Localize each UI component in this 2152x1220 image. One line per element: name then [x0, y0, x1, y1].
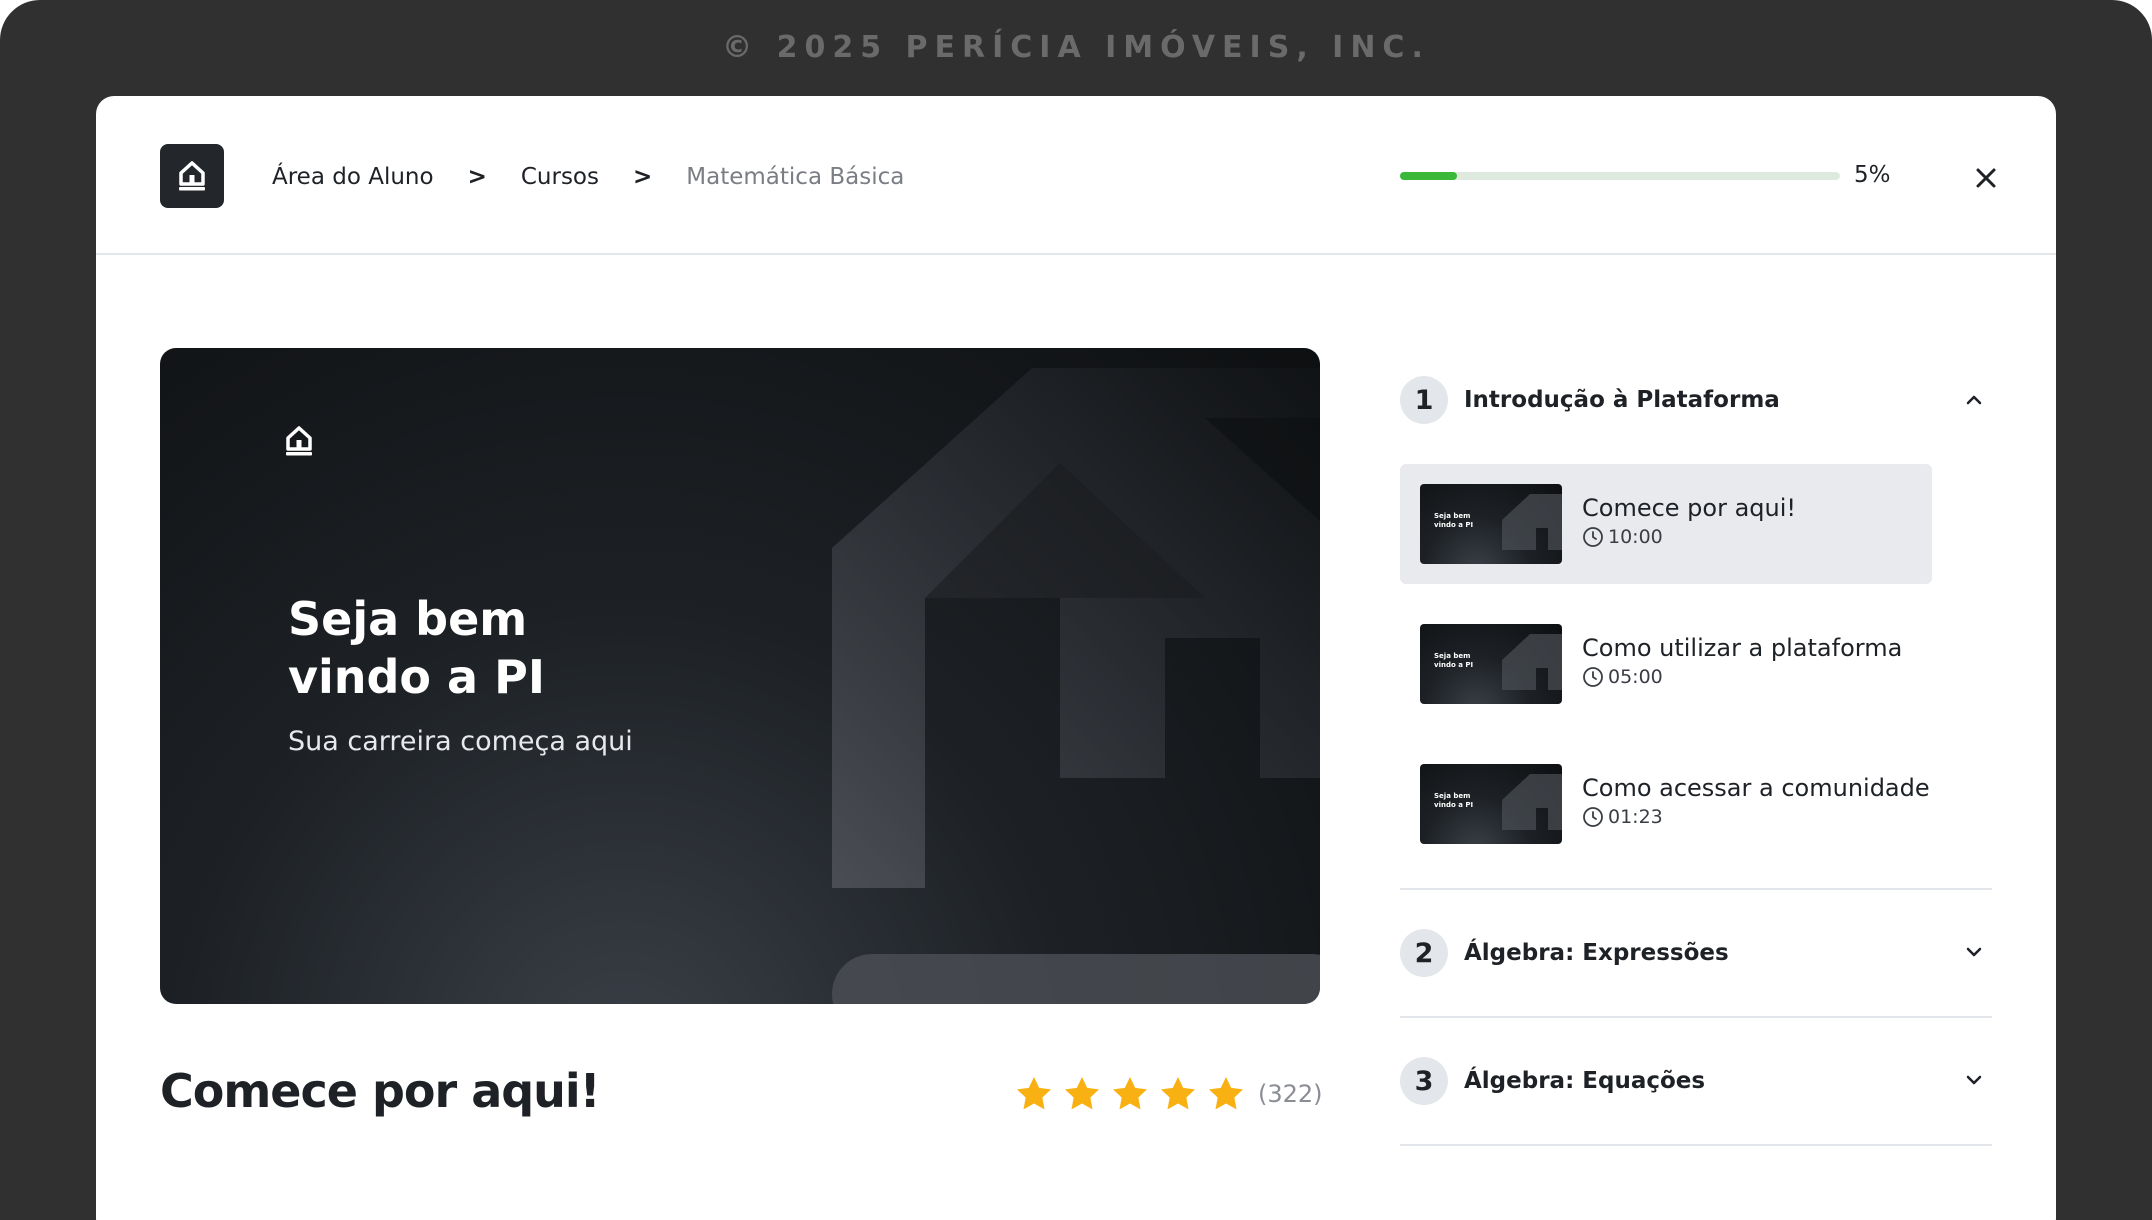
home-logo-button[interactable]: [160, 144, 224, 208]
module-title: Álgebra: Equações: [1464, 1068, 1706, 1094]
chevron-down-icon[interactable]: [1964, 1070, 1984, 1090]
module-number: 2: [1400, 929, 1448, 977]
video-title-line: vindo a PI: [288, 650, 545, 704]
thumbnail-text: Seja bem: [1434, 792, 1471, 800]
lesson-duration: 01:23: [1582, 806, 1663, 828]
lesson-item[interactable]: Seja bem vindo a PI Como utilizar a plata…: [1400, 604, 1932, 724]
lesson-title: Como utilizar a plataforma: [1582, 634, 1903, 662]
video-title-line: Seja bem: [288, 592, 528, 646]
device-frame: © 2025 PERÍCIA IMÓVEIS, INC. Área do Alu…: [0, 0, 2152, 1220]
module-header-2[interactable]: 2 Álgebra: Expressões: [1400, 890, 1992, 1016]
close-button[interactable]: [1962, 154, 2010, 202]
copyright-text: © 2025 PERÍCIA IMÓVEIS, INC.: [722, 30, 1430, 65]
lesson-thumbnail: Seja bem vindo a PI: [1420, 764, 1562, 844]
breadcrumb-separator: >: [467, 164, 487, 190]
star-icon[interactable]: [1206, 1074, 1246, 1114]
lesson-title: Como acessar a comunidade: [1582, 774, 1930, 802]
breadcrumb: Área do Aluno > Cursos > Matemática Bási…: [272, 162, 904, 192]
star-icon[interactable]: [1110, 1074, 1150, 1114]
thumbnail-house-graphic: [1502, 494, 1562, 550]
breadcrumb-current-course: Matemática Básica: [686, 164, 905, 190]
video-player[interactable]: Seja bem vindo a PI Sua carreira começa …: [160, 348, 1320, 1004]
chevron-up-icon[interactable]: [1964, 390, 1984, 410]
star-icon[interactable]: [1158, 1074, 1198, 1114]
module-number: 1: [1400, 376, 1448, 424]
star-icon[interactable]: [1062, 1074, 1102, 1114]
lesson-thumbnail: Seja bem vindo a PI: [1420, 624, 1562, 704]
module-1-lessons: Seja bem vindo a PI Comece por aqui! 10:0…: [1400, 464, 1932, 864]
thumbnail-text: vindo a PI: [1434, 661, 1474, 669]
module-header-3[interactable]: 3 Álgebra: Equações: [1400, 1018, 1992, 1144]
thumbnail-text: Seja bem: [1434, 512, 1471, 520]
video-subtitle: Sua carreira começa aqui: [288, 726, 633, 757]
clock-icon: [1583, 807, 1603, 827]
lesson-title: Comece por aqui!: [1582, 494, 1797, 522]
clock-icon: [1583, 667, 1603, 687]
divider: [1400, 1144, 1992, 1146]
lesson-duration: 10:00: [1582, 526, 1663, 548]
thumbnail-house-graphic: [1502, 774, 1562, 830]
lesson-title: Comece por aqui!: [160, 1064, 601, 1118]
lesson-duration-text: 05:00: [1608, 666, 1663, 688]
chevron-down-icon[interactable]: [1964, 942, 1984, 962]
course-modules-sidebar: 1 Introdução à Plataforma Seja bem vindo …: [1400, 376, 1992, 1146]
lesson-item[interactable]: Seja bem vindo a PI Como acessar a comuni…: [1400, 744, 1932, 864]
lesson-duration: 05:00: [1582, 666, 1663, 688]
close-icon: [1976, 168, 1996, 188]
rating-count: (322): [1258, 1080, 1323, 1108]
lesson-duration-text: 01:23: [1608, 806, 1663, 828]
top-bar: Área do Aluno > Cursos > Matemática Bási…: [96, 96, 2056, 255]
lesson-item[interactable]: Seja bem vindo a PI Comece por aqui! 10:0…: [1400, 464, 1932, 584]
breadcrumb-separator: >: [633, 164, 653, 190]
module-title: Introdução à Plataforma: [1464, 387, 1780, 413]
lesson-thumbnail: Seja bem vindo a PI: [1420, 484, 1562, 564]
course-progress-bar: [1400, 172, 1840, 180]
course-progress-label: 5%: [1854, 162, 1891, 188]
clock-icon: [1583, 527, 1603, 547]
thumbnail-text: vindo a PI: [1434, 521, 1474, 529]
thumbnail-house-graphic: [1502, 634, 1562, 690]
module-number: 3: [1400, 1057, 1448, 1105]
video-title: Seja bem vindo a PI: [288, 590, 788, 706]
app-window: Área do Aluno > Cursos > Matemática Bási…: [96, 96, 2056, 1220]
lesson-duration-text: 10:00: [1608, 526, 1663, 548]
thumbnail-text: vindo a PI: [1434, 801, 1474, 809]
breadcrumb-courses[interactable]: Cursos: [521, 164, 599, 190]
house-logo-icon: [286, 426, 312, 456]
star-icon[interactable]: [1014, 1074, 1054, 1114]
breadcrumb-student-area[interactable]: Área do Aluno: [272, 164, 434, 190]
lesson-rating[interactable]: (322): [1014, 1074, 1323, 1114]
course-progress-fill: [1400, 172, 1458, 180]
module-title: Álgebra: Expressões: [1464, 940, 1729, 966]
thumbnail-text: Seja bem: [1434, 652, 1471, 660]
module-header-1[interactable]: 1 Introdução à Plataforma: [1400, 376, 1992, 424]
house-logo-icon: [179, 161, 205, 191]
